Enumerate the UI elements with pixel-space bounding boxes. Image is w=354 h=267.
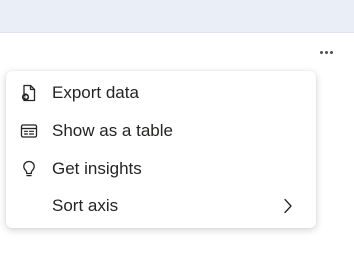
- menu-item-sort-axis[interactable]: Sort axis: [6, 188, 316, 224]
- menu-item-export-data[interactable]: Export data: [6, 75, 316, 111]
- menu-item-label: Get insights: [52, 159, 142, 178]
- top-header-bar: [0, 0, 354, 33]
- more-dot: [324, 50, 328, 54]
- more-dot: [329, 50, 333, 54]
- lightbulb-icon: [20, 160, 38, 178]
- menu-item-label: Show as a table: [52, 121, 173, 140]
- chevron-right-icon: [282, 197, 294, 215]
- menu-item-get-insights[interactable]: Get insights: [6, 151, 316, 187]
- more-horizontal-icon: [319, 50, 323, 54]
- menu-item-show-as-table[interactable]: Show as a table: [6, 113, 316, 149]
- export-data-icon: [20, 84, 38, 102]
- menu-item-label: Export data: [52, 83, 139, 102]
- menu-item-label: Sort axis: [52, 196, 119, 215]
- table-view-icon: [20, 122, 38, 140]
- context-menu: Export data Show as a table Get insights…: [6, 71, 316, 228]
- more-options-button[interactable]: [314, 42, 338, 62]
